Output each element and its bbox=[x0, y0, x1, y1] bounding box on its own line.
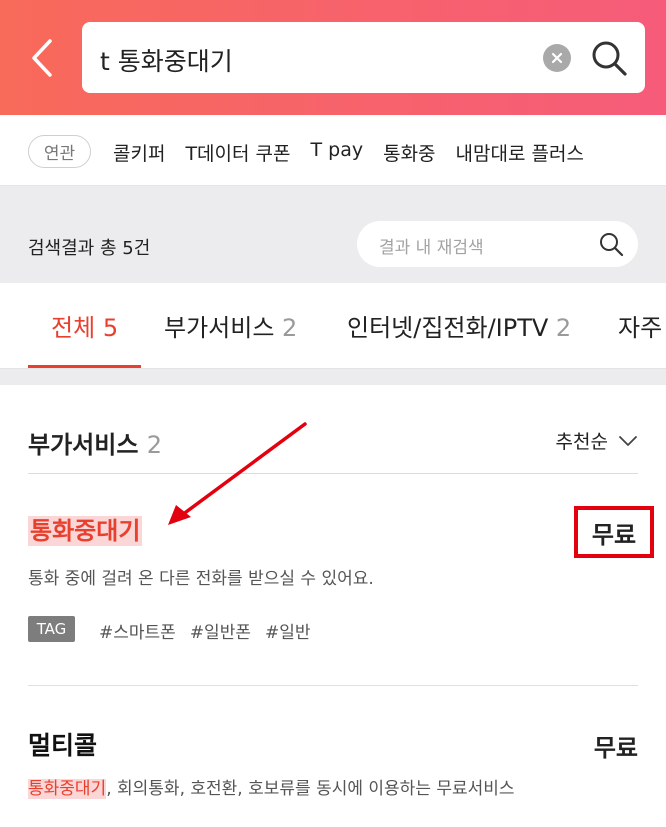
service-name-link[interactable]: 통화중대기 bbox=[28, 516, 143, 546]
tab-internet-phone-iptv[interactable]: 인터넷/집전화/IPTV 2 bbox=[347, 308, 571, 343]
app-header: t 통화중대기 bbox=[0, 0, 666, 115]
related-keyword-list: 콜키퍼 T데이터 쿠폰 T pay 통화중 내맘대로 플러스 bbox=[113, 139, 584, 166]
chevron-down-icon bbox=[619, 435, 637, 446]
tag-link[interactable]: #일반 bbox=[265, 618, 311, 643]
clear-search-button[interactable] bbox=[543, 44, 571, 72]
related-keyword[interactable]: T데이터 쿠폰 bbox=[185, 139, 290, 166]
related-keywords-bar: 연관 콜키퍼 T데이터 쿠폰 T pay 통화중 내맘대로 플러스 bbox=[0, 115, 666, 186]
tag-link[interactable]: #일반폰 bbox=[190, 618, 251, 643]
search-query-text: t 통화중대기 bbox=[100, 47, 233, 76]
tab-label: 인터넷/집전화/IPTV bbox=[347, 314, 549, 342]
tag-link[interactable]: #스마트폰 bbox=[99, 618, 176, 643]
tab-faq[interactable]: 자주 bbox=[618, 308, 662, 343]
section-title-text: 부가서비스 bbox=[28, 431, 139, 459]
tab-all[interactable]: 전체 5 bbox=[51, 308, 118, 343]
tag-badge: TAG bbox=[28, 616, 75, 642]
tab-count: 2 bbox=[555, 314, 572, 342]
service-price: 무료 bbox=[574, 506, 654, 558]
tab-label: 자주 bbox=[618, 314, 663, 342]
tab-label: 부가서비스 bbox=[164, 314, 275, 342]
inner-search-placeholder: 결과 내 재검색 bbox=[379, 238, 484, 258]
result-summary-bar: 검색결과 총 5건 결과 내 재검색 bbox=[0, 186, 666, 283]
back-button[interactable] bbox=[22, 36, 62, 80]
clear-circle-icon bbox=[551, 52, 563, 64]
search-icon bbox=[592, 41, 627, 76]
tab-count: 5 bbox=[102, 314, 119, 342]
related-keyword[interactable]: 통화중 bbox=[383, 139, 435, 166]
search-input[interactable]: t 통화중대기 bbox=[82, 22, 645, 93]
service-description: 통화 중에 걸려 온 다른 전화를 받으실 수 있어요. bbox=[28, 569, 374, 589]
chevron-left-icon bbox=[32, 39, 52, 77]
search-button[interactable] bbox=[587, 36, 631, 80]
section-count: 2 bbox=[146, 431, 163, 459]
result-count: 검색결과 총 5건 bbox=[28, 238, 151, 259]
tab-addon-services[interactable]: 부가서비스 2 bbox=[164, 308, 297, 343]
related-keyword[interactable]: 내맘대로 플러스 bbox=[456, 139, 584, 166]
service-price: 무료 bbox=[593, 734, 638, 762]
inner-search-input[interactable]: 결과 내 재검색 bbox=[357, 221, 638, 267]
sort-label: 추천순 bbox=[555, 431, 608, 453]
description-text: , 회의통화, 호전환, 호보류를 동시에 이용하는 무료서비스 bbox=[106, 779, 515, 799]
highlighted-keyword: 통화중대기 bbox=[28, 779, 107, 799]
section-divider bbox=[0, 369, 666, 385]
divider bbox=[28, 685, 638, 686]
addon-services-section: 부가서비스 2 추천순 통화중대기 무료 통화 중에 걸려 온 다른 전화를 받… bbox=[0, 385, 666, 827]
tab-label: 전체 bbox=[51, 314, 96, 342]
service-description: 통화중대기, 회의통화, 호전환, 호보류를 동시에 이용하는 무료서비스 bbox=[28, 774, 515, 799]
search-icon[interactable] bbox=[598, 231, 624, 257]
related-keyword[interactable]: 콜키퍼 bbox=[113, 139, 165, 166]
related-badge: 연관 bbox=[28, 135, 91, 168]
tab-count: 2 bbox=[282, 314, 298, 342]
related-keyword[interactable]: T pay bbox=[311, 139, 364, 166]
tag-list: #스마트폰 #일반폰 #일반 bbox=[99, 618, 311, 643]
section-title: 부가서비스 2 bbox=[28, 425, 162, 460]
category-tabs: 전체 5 부가서비스 2 인터넷/집전화/IPTV 2 자주 bbox=[0, 283, 666, 369]
divider bbox=[28, 473, 638, 474]
sort-dropdown[interactable]: 추천순 bbox=[556, 427, 638, 454]
service-name-link[interactable]: 멀티콜 bbox=[28, 726, 97, 762]
